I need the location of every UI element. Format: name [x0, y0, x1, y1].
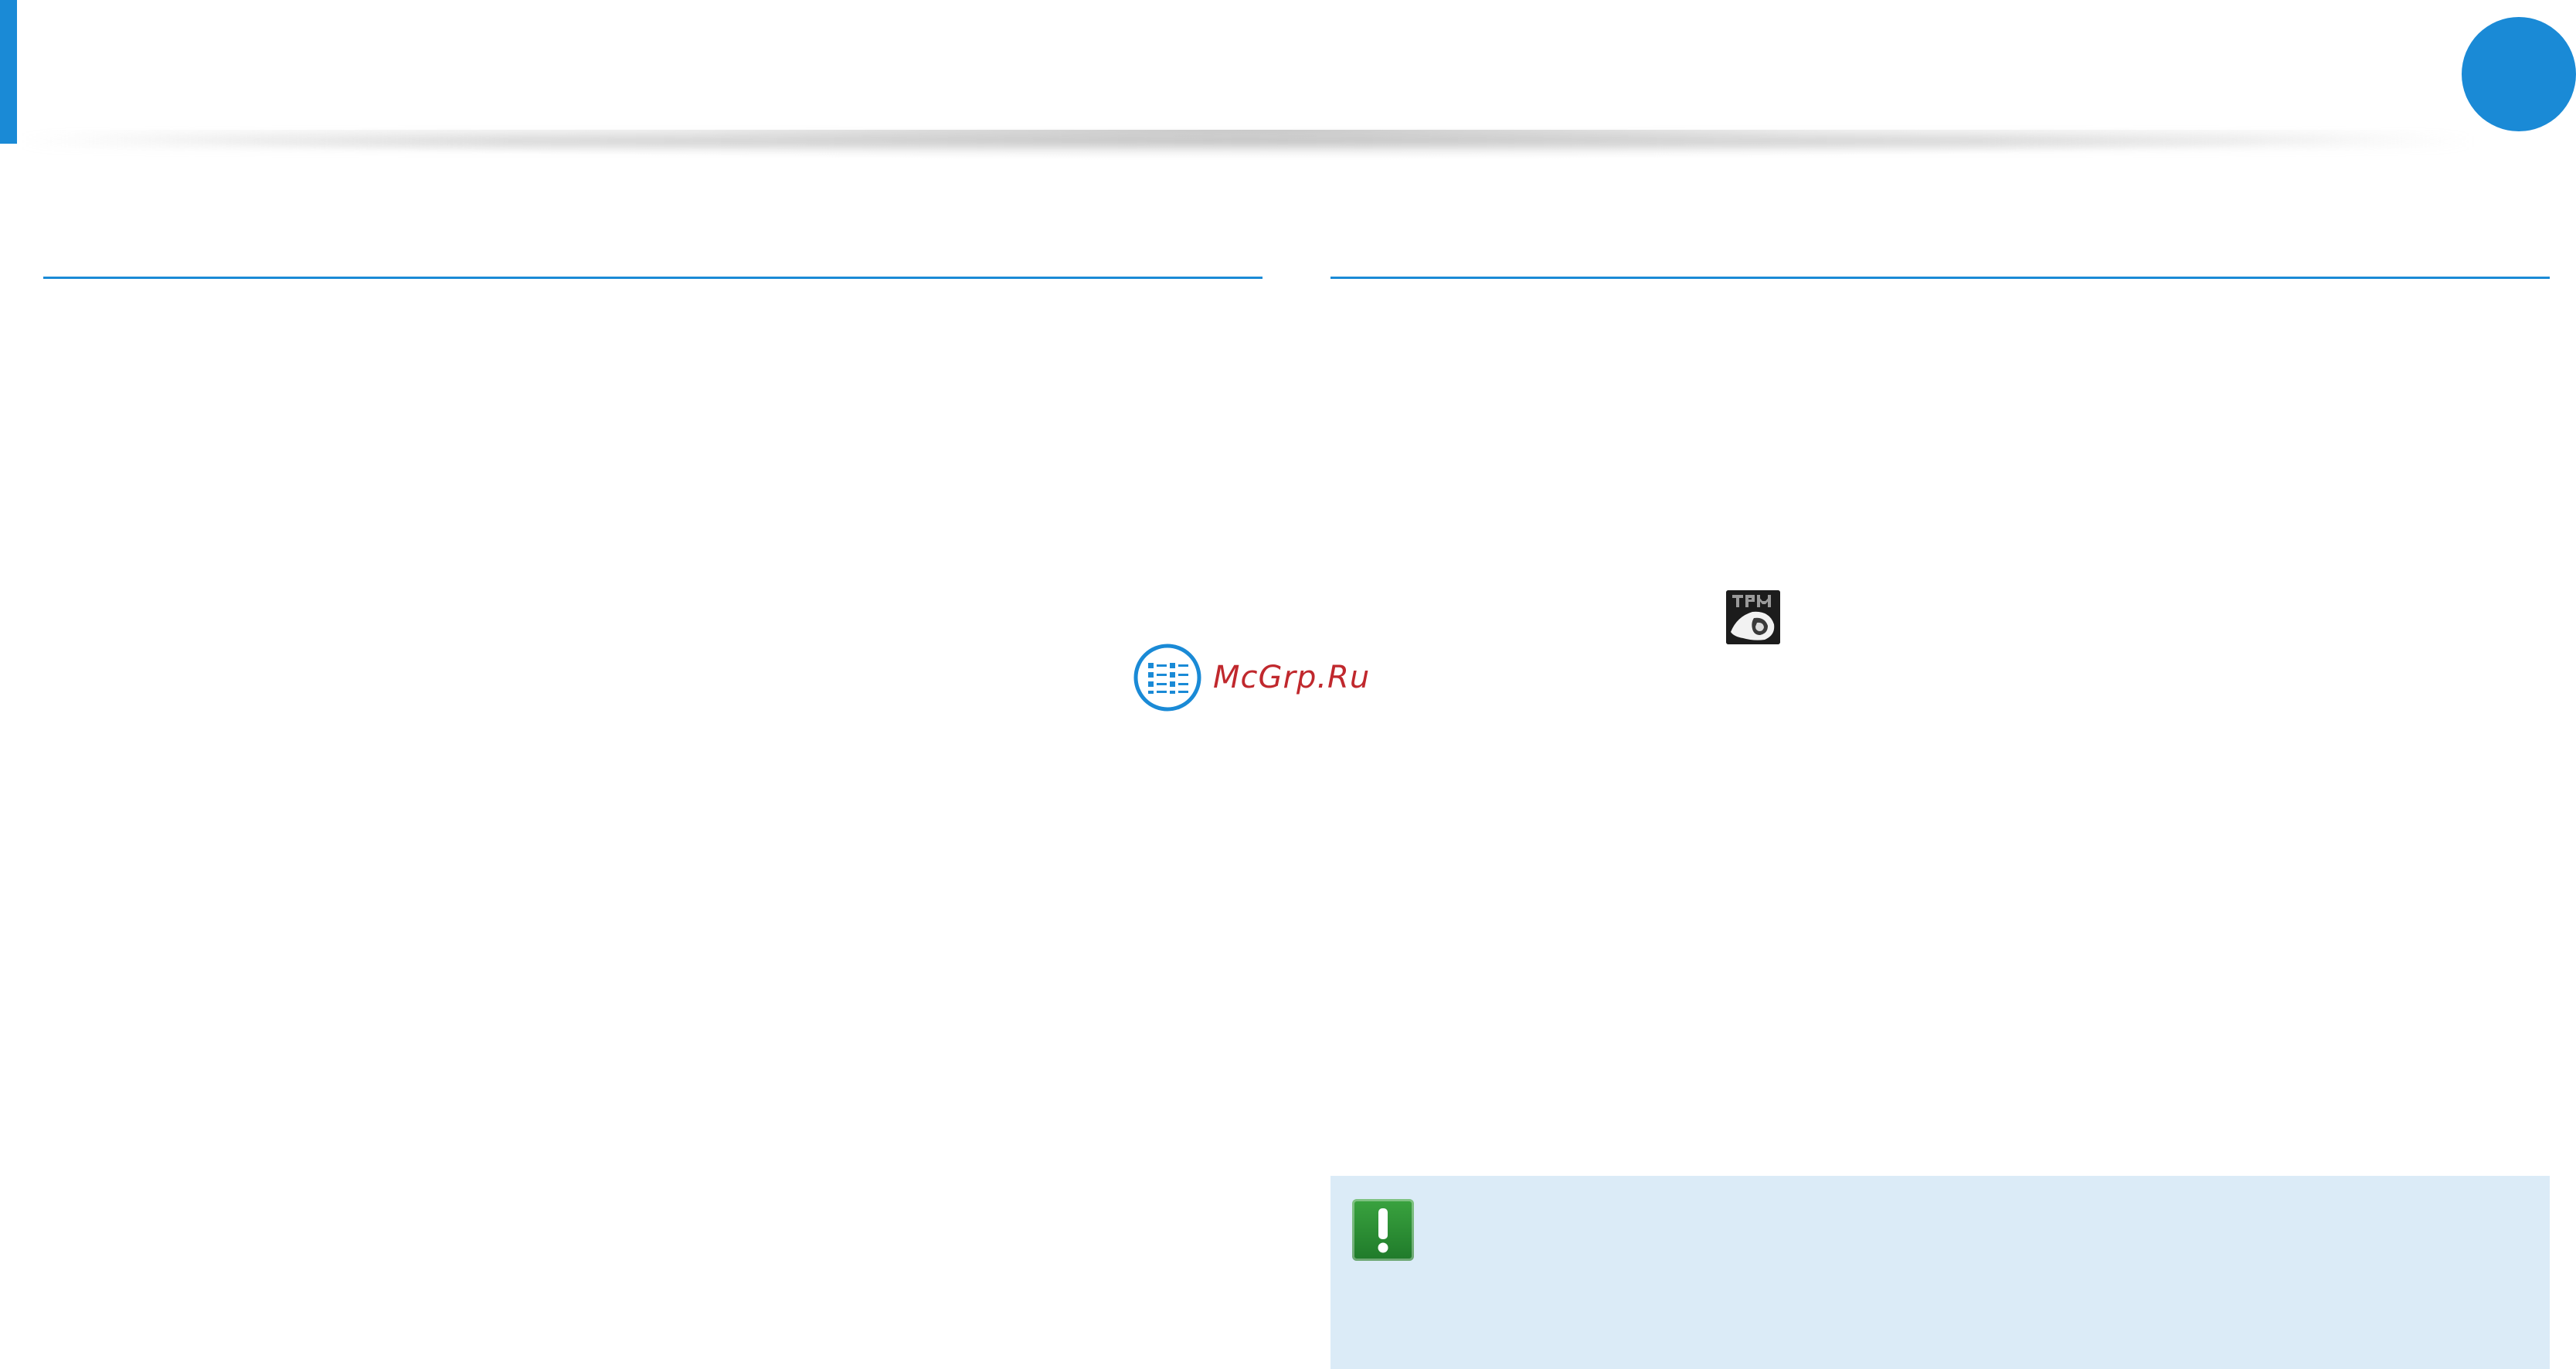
tpm-icon	[1726, 590, 1780, 644]
watermark: McGrp.Ru	[1133, 643, 1370, 712]
right-column-rule	[1330, 277, 2550, 279]
exclamation-icon	[1352, 1199, 1414, 1261]
chapter-marker	[2462, 17, 2576, 131]
watermark-text: McGrp.Ru	[1213, 660, 1371, 695]
header-divider	[17, 136, 2474, 147]
left-column-rule	[43, 277, 1263, 279]
left-accent-bar	[0, 0, 17, 144]
manual-list-icon	[1133, 644, 1201, 712]
caution-note-box	[1330, 1176, 2550, 1369]
